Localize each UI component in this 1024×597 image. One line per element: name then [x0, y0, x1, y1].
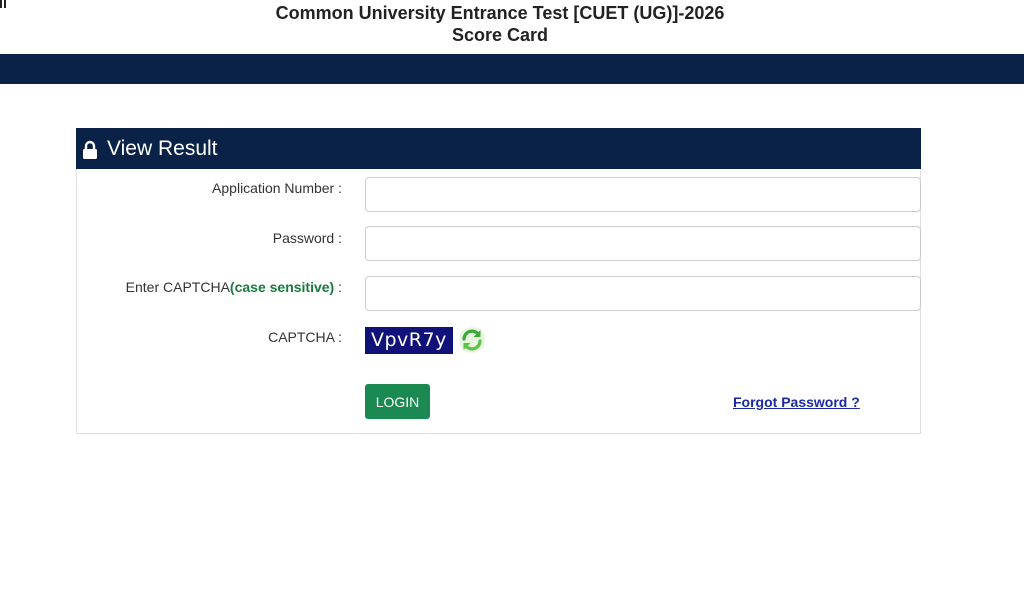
refresh-icon[interactable]	[458, 326, 486, 354]
page-subtitle: Score Card	[451, 25, 549, 45]
captcha-image: VpvR7y	[365, 327, 453, 354]
application-number-label: Application Number :	[212, 180, 342, 196]
view-result-panel: View Result Application Number : Passwor…	[76, 128, 921, 434]
password-label: Password :	[272, 230, 342, 246]
captcha-input-label: Enter CAPTCHA(case sensitive) :	[126, 279, 342, 295]
panel-title: View Result	[107, 137, 218, 160]
panel-header: View Result	[76, 128, 921, 169]
page-title: Common University Entrance Test [CUET (U…	[275, 3, 725, 23]
password-input[interactable]	[365, 226, 921, 261]
case-sensitive-note: (case sensitive)	[229, 279, 335, 295]
application-number-input[interactable]	[365, 177, 921, 212]
captcha-input[interactable]	[365, 276, 921, 311]
top-navbar	[0, 54, 1024, 84]
lock-icon	[83, 140, 97, 159]
forgot-password-link[interactable]: Forgot Password ?	[733, 394, 860, 410]
login-button[interactable]: LOGIN	[365, 384, 430, 419]
captcha-label: CAPTCHA :	[268, 329, 342, 345]
captcha-input-label-text: Enter CAPTCHA	[125, 279, 230, 295]
captcha-input-label-suffix: :	[334, 279, 342, 295]
